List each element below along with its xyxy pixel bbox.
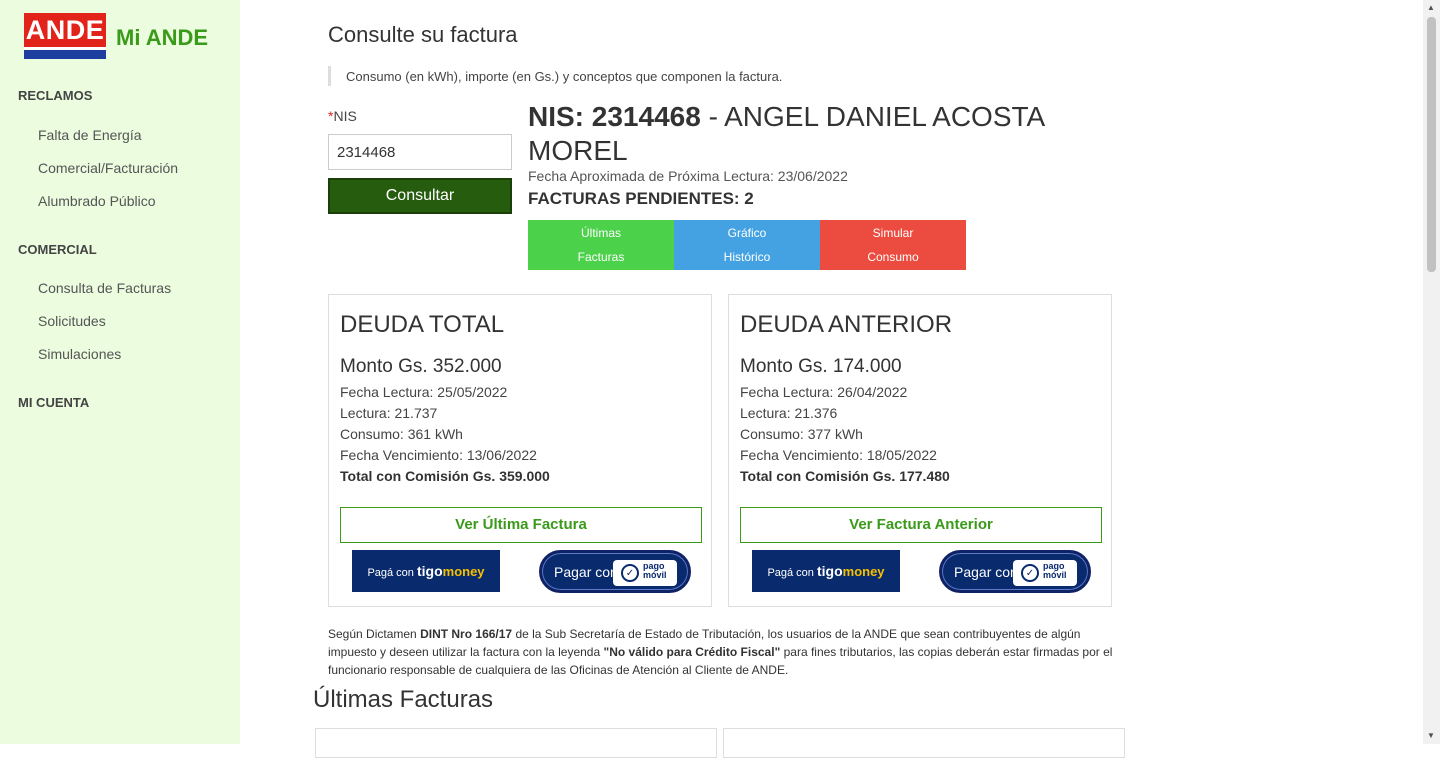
card-lectura: Lectura: 21.737 bbox=[340, 405, 438, 421]
tab-ultimas-facturas[interactable]: Últimas Facturas bbox=[528, 220, 674, 270]
section-reclamos[interactable]: RECLAMOS bbox=[18, 88, 92, 103]
pago-brand-2: móvil bbox=[1043, 570, 1067, 580]
scroll-down-arrow-icon[interactable]: ▼ bbox=[1427, 731, 1435, 740]
ver-ultima-factura-button[interactable]: Ver Última Factura bbox=[340, 507, 702, 543]
ver-factura-anterior-button[interactable]: Ver Factura Anterior bbox=[740, 507, 1102, 543]
dictamen-text-1: Según Dictamen bbox=[328, 627, 421, 641]
factura-card bbox=[723, 728, 1125, 758]
nis-input[interactable] bbox=[328, 134, 512, 170]
card-lectura: Lectura: 21.376 bbox=[740, 405, 838, 421]
sidebar: ANDE Mi ANDE RECLAMOS Falta de Energía C… bbox=[0, 0, 240, 744]
section-mi-cuenta[interactable]: MI CUENTA bbox=[18, 395, 89, 410]
sidebar-item-solicitudes[interactable]: Solicitudes bbox=[38, 313, 106, 329]
deuda-total-card: DEUDA TOTAL Monto Gs. 352.000 Fecha Lect… bbox=[328, 294, 712, 607]
card-title: DEUDA TOTAL bbox=[340, 311, 505, 338]
card-consumo: Consumo: 361 kWh bbox=[340, 426, 463, 442]
tab-label-line1: Últimas bbox=[580, 226, 621, 240]
sidebar-item-simulaciones[interactable]: Simulaciones bbox=[38, 346, 121, 362]
sidebar-item-comercial-facturacion[interactable]: Comercial/Facturación bbox=[38, 160, 178, 176]
nis-number: NIS: 2314468 bbox=[528, 101, 701, 132]
tab-label-line1: Gráfico bbox=[727, 226, 767, 240]
tab-grafico-historico[interactable]: Gráfico Histórico bbox=[674, 220, 820, 270]
card-vencimiento: Fecha Vencimiento: 13/06/2022 bbox=[340, 447, 537, 463]
logo-text: ANDE bbox=[24, 13, 106, 47]
ande-logo[interactable]: ANDE bbox=[24, 13, 106, 62]
dictamen-note: Según Dictamen DINT Nro 166/17 de la Sub… bbox=[328, 625, 1118, 679]
card-fecha-lectura: Fecha Lectura: 26/04/2022 bbox=[740, 384, 908, 400]
card-fecha-lectura: Fecha Lectura: 25/05/2022 bbox=[340, 384, 508, 400]
sidebar-item-consulta-facturas[interactable]: Consulta de Facturas bbox=[38, 280, 171, 296]
consultar-button[interactable]: Consultar bbox=[328, 178, 512, 214]
nis-label: *NIS bbox=[328, 108, 357, 124]
dictamen-bold-1: DINT Nro 166/17 bbox=[420, 627, 513, 641]
tigo-brand: tigo bbox=[816, 563, 843, 579]
tab-simular-consumo[interactable]: Simular Consumo bbox=[820, 220, 966, 270]
tab-label-line2: Consumo bbox=[867, 250, 919, 264]
card-total: Total con Comisión Gs. 359.000 bbox=[340, 468, 550, 484]
pending-invoices: FACTURAS PENDIENTES: 2 bbox=[528, 189, 754, 208]
ultimas-facturas-heading: Últimas Facturas bbox=[313, 686, 494, 713]
tigo-brand: tigo bbox=[416, 563, 443, 579]
card-monto: Monto Gs. 174.000 bbox=[740, 356, 902, 377]
nis-title: NIS: 2314468 - ANGEL DANIEL ACOSTA MOREL bbox=[528, 100, 1088, 168]
pago-brand-2: móvil bbox=[643, 570, 667, 580]
tigo-money: money bbox=[442, 564, 485, 579]
tigo-money: money bbox=[842, 564, 885, 579]
tigo-prefix: Pagá con bbox=[767, 567, 814, 579]
pago-label: Pagar con bbox=[554, 564, 618, 580]
check-icon: ✓ bbox=[621, 564, 639, 582]
pago-movil-button[interactable]: Pagar con ✓ pago móvil bbox=[539, 550, 691, 593]
card-vencimiento: Fecha Vencimiento: 18/05/2022 bbox=[740, 447, 937, 463]
page-subtitle: Consumo (en kWh), importe (en Gs.) y con… bbox=[328, 66, 782, 86]
scroll-thumb[interactable] bbox=[1427, 17, 1436, 272]
tab-label-line1: Simular bbox=[872, 226, 914, 240]
next-reading-date: Fecha Aproximada de Próxima Lectura: 23/… bbox=[528, 168, 848, 184]
scroll-up-arrow-icon[interactable]: ▲ bbox=[1427, 3, 1435, 12]
check-icon: ✓ bbox=[1021, 564, 1039, 582]
card-total: Total con Comisión Gs. 177.480 bbox=[740, 468, 950, 484]
card-monto: Monto Gs. 352.000 bbox=[340, 356, 502, 377]
factura-card bbox=[315, 728, 717, 758]
tigo-prefix: Pagá con bbox=[367, 567, 414, 579]
nis-label-text: NIS bbox=[333, 108, 357, 124]
scrollbar[interactable]: ▲ ▼ bbox=[1423, 0, 1440, 744]
pago-movil-logo: ✓ pago móvil bbox=[1013, 560, 1077, 586]
card-consumo: Consumo: 377 kWh bbox=[740, 426, 863, 442]
tigo-money-button[interactable]: Pagá con tigomoney bbox=[752, 550, 900, 592]
tigo-money-button[interactable]: Pagá con tigomoney bbox=[352, 550, 500, 592]
pago-label: Pagar con bbox=[954, 564, 1018, 580]
dictamen-bold-2: "No válido para Crédito Fiscal" bbox=[603, 645, 781, 659]
sidebar-item-falta-energia[interactable]: Falta de Energía bbox=[38, 127, 142, 143]
page-title: Consulte su factura bbox=[328, 22, 518, 47]
card-title: DEUDA ANTERIOR bbox=[740, 311, 953, 338]
pago-movil-logo: ✓ pago móvil bbox=[613, 560, 677, 586]
tab-label-line2: Facturas bbox=[577, 250, 625, 264]
deuda-anterior-card: DEUDA ANTERIOR Monto Gs. 174.000 Fecha L… bbox=[728, 294, 1112, 607]
sidebar-item-alumbrado-publico[interactable]: Alumbrado Público bbox=[38, 193, 156, 209]
tab-label-line2: Histórico bbox=[723, 250, 771, 264]
pago-movil-button[interactable]: Pagar con ✓ pago móvil bbox=[939, 550, 1091, 593]
section-comercial[interactable]: COMERCIAL bbox=[18, 242, 97, 257]
app-name[interactable]: Mi ANDE bbox=[116, 25, 208, 51]
